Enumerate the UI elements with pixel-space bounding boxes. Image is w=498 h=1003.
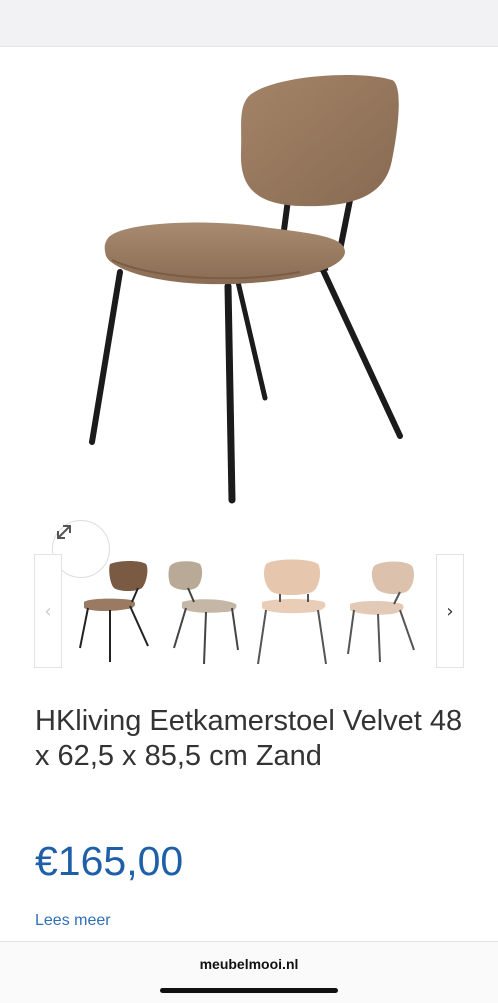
- chair-illustration: [89, 75, 403, 504]
- home-indicator[interactable]: [160, 988, 338, 993]
- product-title: HKliving Eetkamerstoel Velvet 48 x 62,5 …: [35, 705, 463, 772]
- thumbnail-1[interactable]: [76, 558, 154, 666]
- browser-top-bar: [0, 0, 498, 47]
- expand-arrows-icon: [57, 525, 71, 539]
- thumbnail-2[interactable]: [164, 558, 242, 666]
- chevron-left-icon: ‹: [44, 600, 52, 622]
- chevron-right-icon: ›: [446, 600, 454, 622]
- product-price: €165,00: [35, 838, 184, 884]
- thumbnail-carousel: ‹ ›: [34, 554, 464, 670]
- thumbnail-3[interactable]: [254, 558, 332, 666]
- product-main-image[interactable]: [0, 60, 498, 578]
- thumbnail-4[interactable]: [344, 558, 422, 666]
- address-url[interactable]: meubelmooi.nl: [0, 956, 498, 972]
- browser-address-bar[interactable]: meubelmooi.nl: [0, 941, 498, 1003]
- carousel-next-button[interactable]: ›: [436, 554, 464, 668]
- carousel-prev-button[interactable]: ‹: [34, 554, 62, 668]
- read-more-link[interactable]: Lees meer: [35, 912, 111, 930]
